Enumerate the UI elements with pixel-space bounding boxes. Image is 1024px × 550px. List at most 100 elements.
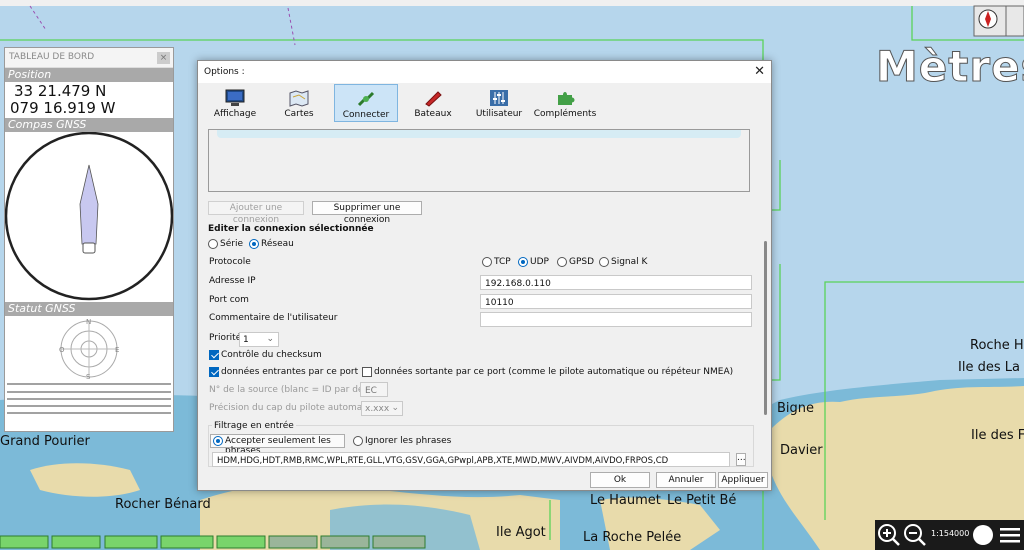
heading-precision-select[interactable]: x.xxx ⌄ xyxy=(361,401,403,416)
tab-label: Compléments xyxy=(533,109,597,119)
scale-readout: 1:154000 xyxy=(931,529,970,538)
checksum-checkbox[interactable] xyxy=(209,350,219,360)
network-radio[interactable] xyxy=(249,239,259,249)
dashboard-titlebar[interactable]: TABLEAU DE BORD × xyxy=(5,48,173,68)
tab-affichage[interactable]: Affichage xyxy=(203,84,267,122)
compass-icon[interactable] xyxy=(971,523,995,547)
tab-connecter[interactable]: Connecter xyxy=(334,84,398,122)
tab-label: Connecter xyxy=(342,110,390,120)
source-field[interactable]: EC xyxy=(360,382,388,397)
filter-accept-radio[interactable] xyxy=(213,436,223,446)
ip-address-field[interactable]: 192.168.0.110 xyxy=(480,275,752,290)
zoom-out-icon[interactable] xyxy=(903,523,927,547)
charts-icon xyxy=(289,89,309,107)
cancel-button[interactable]: Annuler xyxy=(656,472,716,488)
tcp-radio[interactable] xyxy=(482,257,492,267)
dashboard-panel: TABLEAU DE BORD × Position 33 21.479 N 0… xyxy=(4,47,174,432)
rose-e: E xyxy=(115,346,119,354)
map-label: Ile Agot xyxy=(496,525,546,540)
tab-complements[interactable]: Compléments xyxy=(533,84,597,122)
edit-connection-header: Editer la connexion sélectionnée xyxy=(208,224,374,234)
gnss-signal-bars xyxy=(7,383,171,414)
map-label: Ile des La xyxy=(958,360,1020,375)
apply-button[interactable]: Appliquer xyxy=(718,472,768,488)
checksum-label: Contrôle du checksum xyxy=(221,350,322,360)
heading-precision-value: x.xxx xyxy=(365,404,390,414)
dashboard-close-button[interactable]: × xyxy=(157,52,170,64)
input-port-checkbox[interactable] xyxy=(209,367,219,377)
map-label: Rocher Bénard xyxy=(115,497,211,512)
dashboard-title: TABLEAU DE BORD xyxy=(9,52,95,62)
network-label: Réseau xyxy=(261,239,294,249)
sentences-edit-button[interactable]: ... xyxy=(736,453,746,466)
rose-n: N xyxy=(86,318,91,326)
tab-label: Utilisateur xyxy=(475,109,523,119)
priority-label: Priorité xyxy=(209,333,242,343)
serial-label: Série xyxy=(220,239,243,249)
map-label: Roche H xyxy=(970,338,1024,353)
tab-label: Affichage xyxy=(213,109,257,119)
port-field[interactable]: 10110 xyxy=(480,294,752,309)
map-label: Davier xyxy=(780,443,823,458)
tab-utilisateur[interactable]: Utilisateur xyxy=(467,84,531,122)
position-header: Position xyxy=(5,68,173,82)
dialog-title: Options : xyxy=(204,67,245,77)
dialog-close-button[interactable]: ✕ xyxy=(754,64,765,79)
filter-ignore-radio[interactable] xyxy=(353,436,363,446)
longitude: 079 16.919 W xyxy=(10,99,116,117)
signalk-label: Signal K xyxy=(611,257,648,267)
compass-header: Compas GNSS xyxy=(5,118,173,132)
chevron-down-icon: ⌄ xyxy=(266,334,274,344)
boat-icon xyxy=(423,89,443,107)
options-dialog: Options : ✕ Affichage Cartes Connecter B… xyxy=(197,60,772,491)
map-label: Bigne xyxy=(777,401,815,416)
priority-value: 1 xyxy=(243,335,249,345)
tab-bateaux[interactable]: Bateaux xyxy=(401,84,465,122)
gnss-compass xyxy=(5,132,173,301)
protocol-label: Protocole xyxy=(209,257,251,267)
rose-s: S xyxy=(86,373,91,380)
output-port-label: données sortante par ce port (comme le p… xyxy=(374,367,734,377)
map-label: Grand Pourier xyxy=(0,434,90,449)
dialog-titlebar[interactable]: Options : ✕ xyxy=(198,61,771,83)
tab-label: Cartes xyxy=(284,109,314,119)
signalk-radio[interactable] xyxy=(599,257,609,267)
output-port-checkbox[interactable] xyxy=(362,367,372,377)
remove-connection-button[interactable]: Supprimer une connexion xyxy=(312,201,422,225)
tcp-label: TCP xyxy=(494,257,511,267)
filter-ignore-label: Ignorer les phrases xyxy=(365,436,452,446)
sentences-field[interactable]: HDM,HDG,HDT,RMB,RMC,WPL,RTE,GLL,VTG,GSV,… xyxy=(212,452,730,467)
rose-o: O xyxy=(59,346,65,354)
tab-cartes[interactable]: Cartes xyxy=(267,84,331,122)
map-label: La Roche Pelée xyxy=(583,530,682,545)
gpsd-label: GPSD xyxy=(569,257,595,267)
ok-button[interactable]: Ok xyxy=(590,472,650,488)
map-label: Le Petit Bé xyxy=(667,493,737,508)
dialog-scrollbar[interactable] xyxy=(764,241,767,415)
tab-label: Bateaux xyxy=(414,109,452,119)
comment-field[interactable] xyxy=(480,312,752,327)
zoom-in-icon[interactable] xyxy=(877,523,901,547)
zoom-toolbar: 1:154000 xyxy=(875,520,1024,550)
port-label: Port com xyxy=(209,295,249,305)
filter-accept-option[interactable]: Accepter seulement les phrases xyxy=(210,434,345,456)
udp-label: UDP xyxy=(530,257,549,267)
gnss-status-rose: N S E O xyxy=(59,318,119,380)
add-connection-button[interactable]: Ajouter une connexion xyxy=(208,201,304,225)
priority-select[interactable]: 1 ⌄ xyxy=(239,332,279,347)
connect-icon xyxy=(356,90,376,108)
gpsd-radio[interactable] xyxy=(557,257,567,267)
map-label: Ile des Fr xyxy=(971,428,1024,443)
input-port-label: données entrantes par ce port xyxy=(221,367,359,377)
filter-header: Filtrage en entrée xyxy=(212,421,296,431)
connections-list[interactable] xyxy=(208,129,750,192)
menu-icon[interactable] xyxy=(999,525,1021,545)
heading-precision-label: Précision du cap du pilote automatique xyxy=(209,403,386,413)
gnss-status-header: Statut GNSS xyxy=(5,302,173,316)
comment-label: Commentaire de l'utilisateur xyxy=(209,313,338,323)
map-label-metres: Mètres xyxy=(876,42,1024,92)
chevron-down-icon: ⌄ xyxy=(391,403,399,413)
connections-list-row[interactable] xyxy=(217,130,741,138)
udp-radio[interactable] xyxy=(518,257,528,267)
serial-radio[interactable] xyxy=(208,239,218,249)
